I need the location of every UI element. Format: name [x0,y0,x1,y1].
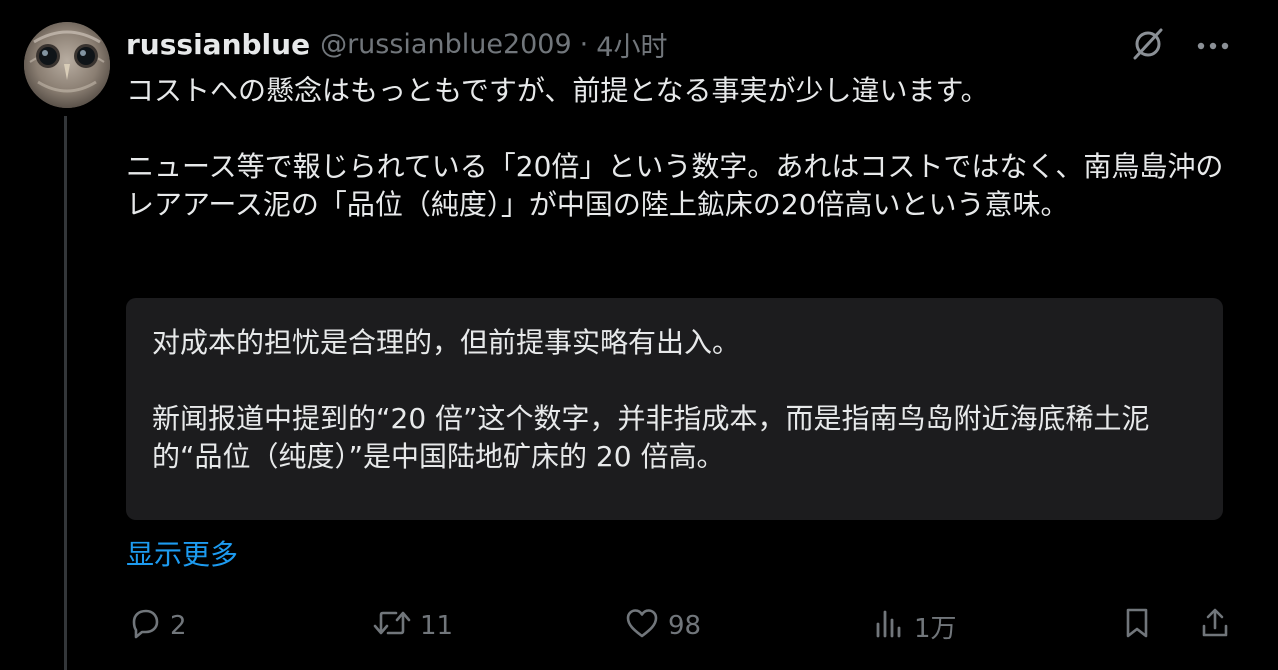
post-header: russianblue @russianblue2009 · 4小时 [126,25,667,64]
repost-button[interactable]: 11 [372,604,453,648]
more-icon[interactable] [1196,37,1230,56]
reply-icon [128,606,162,647]
heart-icon [624,606,660,647]
post: russianblue @russianblue2009 · 4小时 コストへの… [0,0,1278,670]
post-time[interactable]: 4小时 [596,25,667,64]
reply-count: 2 [170,611,187,641]
bookmark-share-group[interactable] [1120,604,1240,648]
owl-avatar-image [24,22,110,108]
translation-box: 对成本的担忧是合理的，但前提事实略有出入。 新闻报道中提到的“20 倍”这个数字… [126,298,1223,520]
thread-line [64,116,67,670]
views-count: 1万 [914,613,957,644]
views-icon [874,606,906,647]
reply-button[interactable]: 2 [128,604,187,648]
user-handle[interactable]: @russianblue2009 [320,29,572,60]
translation-paragraph-2: 新闻报道中提到的“20 倍”这个数字，并非指成本，而是指南鸟岛附近海底稀土泥的“… [152,402,1150,473]
post-top-icons [1130,26,1230,66]
avatar[interactable] [24,22,110,108]
grok-icon[interactable] [1130,26,1166,66]
action-bar: 2 11 98 1万 [126,604,1236,648]
like-button[interactable]: 98 [624,604,701,648]
post-body: コストへの懸念はもっともですが、前提となる事実が少し違います。 ニュース等で報じ… [126,72,1236,224]
repost-icon [372,606,412,647]
bookmark-icon[interactable] [1120,606,1154,647]
display-name[interactable]: russianblue [126,28,310,61]
post-paragraph-2: ニュース等で報じられている「20倍」という数字。あれはコストではなく、南鳥島沖の… [126,150,1224,221]
share-icon[interactable] [1198,606,1232,647]
separator-dot: · [579,28,589,60]
like-count: 98 [668,611,702,641]
show-more-link[interactable]: 显示更多 [126,535,238,575]
post-paragraph-1: コストへの懸念はもっともですが、前提となる事実が少し違います。 [126,74,989,107]
translation-paragraph-1: 对成本的担忧是合理的，但前提事实略有出入。 [152,326,741,359]
repost-count: 11 [420,611,454,641]
views-button[interactable]: 1万 [874,604,957,648]
